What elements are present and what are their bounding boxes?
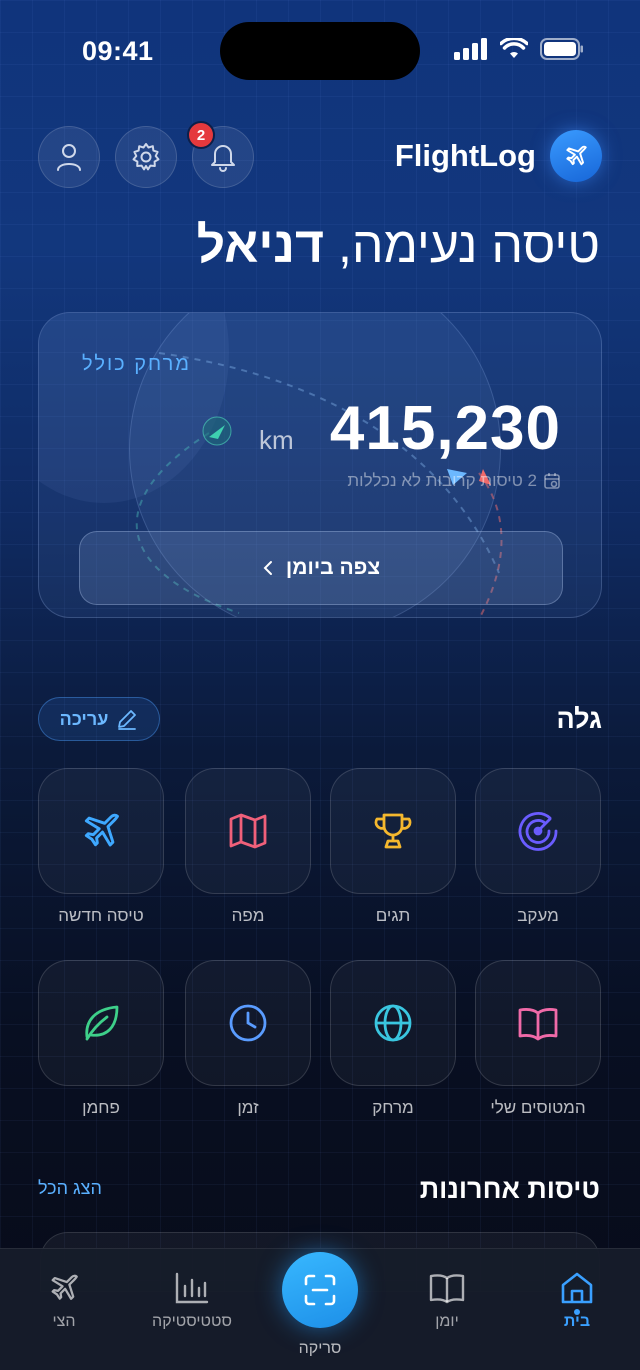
- signal-icon: [454, 38, 487, 60]
- globe-icon: [374, 1004, 412, 1042]
- clock-icon: [229, 1004, 267, 1042]
- profile-button[interactable]: [38, 126, 100, 188]
- tab-fleet[interactable]: הצי: [9, 1271, 119, 1331]
- scan-label: סריקה: [298, 1340, 342, 1357]
- radar-icon: [518, 812, 558, 851]
- scan-button[interactable]: [282, 1252, 358, 1328]
- status-time: 09:41: [82, 36, 154, 66]
- home-icon: [561, 1272, 593, 1304]
- active-tab-indicator: [574, 1309, 580, 1315]
- brand: FlightLog: [395, 130, 602, 182]
- greeting-prefix: טיסה נעימה,: [338, 217, 600, 273]
- tab-statistics[interactable]: סטטיסטיקה: [137, 1271, 247, 1331]
- tile-carbon[interactable]: [38, 960, 164, 1086]
- bell-icon: [211, 145, 235, 172]
- greeting: טיסה נעימה, דניאל: [197, 216, 600, 274]
- chevron-left-icon: [263, 561, 272, 575]
- tile-time[interactable]: [185, 960, 311, 1086]
- tile-badges[interactable]: [330, 768, 456, 894]
- tile-new-flight[interactable]: [38, 768, 164, 894]
- recent-flights-title: טיסות אחרונות: [419, 1174, 600, 1204]
- fleet-plane-icon: [51, 1274, 78, 1300]
- grid-background: [0, 0, 640, 1370]
- tile-distance-label: מרחק: [372, 1098, 414, 1117]
- total-distance-label: מרחק כולל: [81, 353, 191, 375]
- notifications-button[interactable]: 2: [187, 121, 254, 188]
- tab-journal[interactable]: יומן: [392, 1271, 502, 1331]
- view-journal-label: צפה ביומן: [285, 556, 381, 579]
- plane-icon: [84, 813, 119, 847]
- show-all-link[interactable]: הצג הכל: [38, 1178, 102, 1199]
- dynamic-island: [220, 22, 420, 80]
- notification-badge: 2: [187, 121, 215, 149]
- tab-statistics-label: סטטיסטיקה: [152, 1313, 232, 1330]
- tile-map[interactable]: [185, 768, 311, 894]
- status-icons: [454, 38, 584, 60]
- distance-note-text: 2 טיסות קרובות לא נכללות: [347, 471, 537, 490]
- tile-map-label: מפה: [231, 906, 265, 925]
- user-icon: [57, 144, 81, 171]
- pencil-icon: [118, 710, 137, 730]
- battery-icon: [540, 38, 583, 60]
- settings-button[interactable]: [115, 126, 177, 188]
- journal-book-icon: [429, 1274, 465, 1304]
- tile-my-aircraft-label: המטוסים שלי: [490, 1098, 586, 1117]
- explore-title: גלה: [556, 704, 602, 734]
- tab-journal-label: יומן: [435, 1313, 459, 1330]
- calendar-icon: [544, 473, 560, 489]
- distance-note: 2 טיסות קרובות לא נכללות: [347, 471, 561, 491]
- wifi-icon: [500, 38, 528, 58]
- distance-unit: km: [259, 425, 294, 455]
- user-name: דניאל: [196, 217, 325, 273]
- tile-my-aircraft[interactable]: [475, 960, 601, 1086]
- app-name: FlightLog: [394, 138, 536, 173]
- tile-badges-label: תגים: [375, 906, 411, 925]
- bar-chart-icon: [175, 1272, 209, 1304]
- tile-new-flight-label: טיסה חדשה: [58, 906, 144, 925]
- gear-icon: [132, 143, 160, 171]
- tile-tracking-label: מעקב: [517, 906, 559, 925]
- book-icon: [518, 1008, 558, 1041]
- trophy-icon: [374, 813, 412, 849]
- tab-fleet-label: הצי: [52, 1313, 76, 1330]
- tile-tracking[interactable]: [475, 768, 601, 894]
- leaf-icon: [85, 1005, 119, 1041]
- tile-distance[interactable]: [330, 960, 456, 1086]
- total-distance-card: מרחק כולל 415,230 km 2 טיסות קרובות לא נ…: [38, 312, 602, 618]
- status-bar: 09:41: [0, 0, 640, 100]
- plane-logo-icon: [566, 145, 587, 166]
- view-journal-button[interactable]: צפה ביומן: [79, 531, 563, 605]
- total-distance-value: 415,230: [329, 394, 561, 463]
- tab-home[interactable]: בית: [522, 1271, 632, 1331]
- app-logo: [550, 130, 602, 182]
- tile-time-label: זמן: [237, 1098, 259, 1117]
- tile-carbon-label: פחמן: [82, 1098, 120, 1117]
- edit-button[interactable]: עריכה: [38, 697, 160, 741]
- edit-label: עריכה: [59, 708, 109, 729]
- tab-home-label: בית: [563, 1313, 591, 1330]
- scan-icon: [304, 1274, 336, 1306]
- map-icon: [229, 813, 267, 849]
